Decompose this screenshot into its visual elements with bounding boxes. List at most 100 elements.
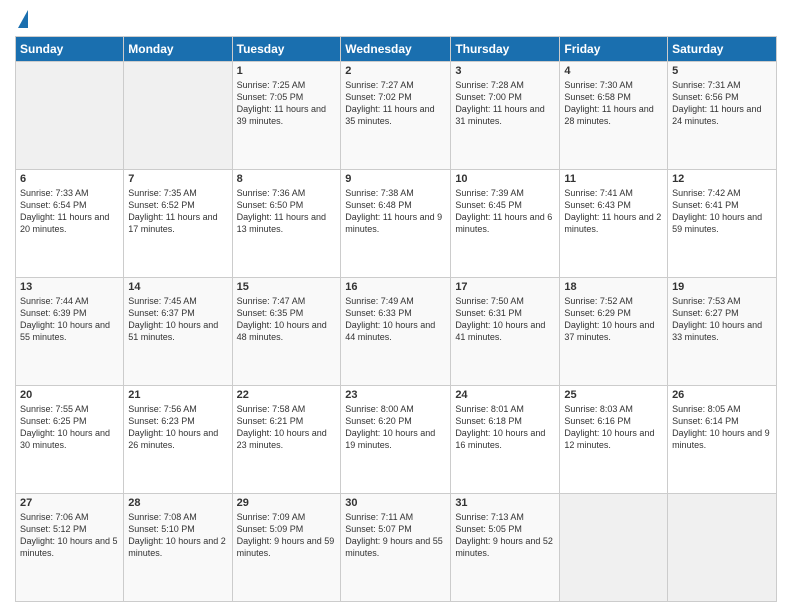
day-info: Sunrise: 7:36 AMSunset: 6:50 PMDaylight:… — [237, 187, 337, 236]
calendar-cell: 5 Sunrise: 7:31 AMSunset: 6:56 PMDaylight… — [668, 62, 777, 170]
day-info: Sunrise: 8:00 AMSunset: 6:20 PMDaylight:… — [345, 403, 446, 452]
day-number: 15 — [237, 281, 337, 293]
day-info: Sunrise: 8:03 AMSunset: 6:16 PMDaylight:… — [564, 403, 663, 452]
day-info: Sunrise: 7:47 AMSunset: 6:35 PMDaylight:… — [237, 295, 337, 344]
day-number: 24 — [455, 389, 555, 401]
day-info: Sunrise: 7:38 AMSunset: 6:48 PMDaylight:… — [345, 187, 446, 236]
day-info: Sunrise: 7:58 AMSunset: 6:21 PMDaylight:… — [237, 403, 337, 452]
day-info: Sunrise: 7:30 AMSunset: 6:58 PMDaylight:… — [564, 79, 663, 128]
header-day-tuesday: Tuesday — [232, 37, 341, 62]
day-number: 30 — [345, 497, 446, 509]
day-number: 12 — [672, 173, 772, 185]
calendar-cell: 27 Sunrise: 7:06 AMSunset: 5:12 PMDayligh… — [16, 494, 124, 602]
header-day-thursday: Thursday — [451, 37, 560, 62]
day-number: 3 — [455, 65, 555, 77]
day-number: 5 — [672, 65, 772, 77]
day-info: Sunrise: 7:33 AMSunset: 6:54 PMDaylight:… — [20, 187, 119, 236]
calendar-cell: 10 Sunrise: 7:39 AMSunset: 6:45 PMDayligh… — [451, 170, 560, 278]
calendar-cell — [560, 494, 668, 602]
day-number: 8 — [237, 173, 337, 185]
logo-triangle-icon — [18, 10, 28, 28]
day-info: Sunrise: 8:05 AMSunset: 6:14 PMDaylight:… — [672, 403, 772, 452]
calendar-cell: 1Sunrise: 7:25 AMSunset: 7:05 PMDaylight… — [232, 62, 341, 170]
calendar-cell: 23 Sunrise: 8:00 AMSunset: 6:20 PMDayligh… — [341, 386, 451, 494]
calendar-cell: 4 Sunrise: 7:30 AMSunset: 6:58 PMDaylight… — [560, 62, 668, 170]
day-number: 1 — [237, 65, 337, 77]
calendar-cell: 29 Sunrise: 7:09 AMSunset: 5:09 PMDayligh… — [232, 494, 341, 602]
day-number: 14 — [128, 281, 227, 293]
calendar-cell: 11 Sunrise: 7:41 AMSunset: 6:43 PMDayligh… — [560, 170, 668, 278]
calendar-cell: 3Sunrise: 7:28 AMSunset: 7:00 PMDaylight… — [451, 62, 560, 170]
day-number: 11 — [564, 173, 663, 185]
day-number: 6 — [20, 173, 119, 185]
day-info: Sunrise: 7:49 AMSunset: 6:33 PMDaylight:… — [345, 295, 446, 344]
calendar-cell: 6 Sunrise: 7:33 AMSunset: 6:54 PMDaylight… — [16, 170, 124, 278]
calendar-cell — [16, 62, 124, 170]
calendar-table: SundayMondayTuesdayWednesdayThursdayFrid… — [15, 36, 777, 602]
header-day-sunday: Sunday — [16, 37, 124, 62]
header-day-friday: Friday — [560, 37, 668, 62]
day-number: 31 — [455, 497, 555, 509]
calendar-cell: 17 Sunrise: 7:50 AMSunset: 6:31 PMDayligh… — [451, 278, 560, 386]
day-number: 22 — [237, 389, 337, 401]
header-day-wednesday: Wednesday — [341, 37, 451, 62]
day-number: 26 — [672, 389, 772, 401]
calendar-cell: 20Sunrise: 7:55 AMSunset: 6:25 PMDayligh… — [16, 386, 124, 494]
day-number: 21 — [128, 389, 227, 401]
calendar-cell: 9 Sunrise: 7:38 AMSunset: 6:48 PMDaylight… — [341, 170, 451, 278]
day-info: Sunrise: 7:11 AMSunset: 5:07 PMDaylight:… — [345, 511, 446, 560]
day-info: Sunrise: 7:45 AMSunset: 6:37 PMDaylight:… — [128, 295, 227, 344]
calendar-cell: 24Sunrise: 8:01 AMSunset: 6:18 PMDayligh… — [451, 386, 560, 494]
day-info: Sunrise: 7:50 AMSunset: 6:31 PMDaylight:… — [455, 295, 555, 344]
day-info: Sunrise: 7:55 AMSunset: 6:25 PMDaylight:… — [20, 403, 119, 452]
header-day-monday: Monday — [124, 37, 232, 62]
day-info: Sunrise: 7:31 AMSunset: 6:56 PMDaylight:… — [672, 79, 772, 128]
calendar-cell: 22 Sunrise: 7:58 AMSunset: 6:21 PMDayligh… — [232, 386, 341, 494]
calendar-header-row: SundayMondayTuesdayWednesdayThursdayFrid… — [16, 37, 777, 62]
day-number: 7 — [128, 173, 227, 185]
day-info: Sunrise: 7:27 AMSunset: 7:02 PMDaylight:… — [345, 79, 446, 128]
calendar-cell: 25 Sunrise: 8:03 AMSunset: 6:16 PMDayligh… — [560, 386, 668, 494]
day-number: 17 — [455, 281, 555, 293]
day-info: Sunrise: 7:06 AMSunset: 5:12 PMDaylight:… — [20, 511, 119, 560]
calendar-cell — [668, 494, 777, 602]
calendar-cell: 31 Sunrise: 7:13 AMSunset: 5:05 PMDayligh… — [451, 494, 560, 602]
calendar-cell: 18Sunrise: 7:52 AMSunset: 6:29 PMDayligh… — [560, 278, 668, 386]
day-info: Sunrise: 7:41 AMSunset: 6:43 PMDaylight:… — [564, 187, 663, 236]
calendar-cell: 16 Sunrise: 7:49 AMSunset: 6:33 PMDayligh… — [341, 278, 451, 386]
day-number: 13 — [20, 281, 119, 293]
day-info: Sunrise: 7:35 AMSunset: 6:52 PMDaylight:… — [128, 187, 227, 236]
day-number: 23 — [345, 389, 446, 401]
day-number: 4 — [564, 65, 663, 77]
calendar-week-3: 13Sunrise: 7:44 AMSunset: 6:39 PMDayligh… — [16, 278, 777, 386]
logo — [15, 10, 28, 28]
day-info: Sunrise: 7:39 AMSunset: 6:45 PMDaylight:… — [455, 187, 555, 236]
calendar-week-2: 6 Sunrise: 7:33 AMSunset: 6:54 PMDaylight… — [16, 170, 777, 278]
day-info: Sunrise: 7:13 AMSunset: 5:05 PMDaylight:… — [455, 511, 555, 560]
calendar-cell: 13Sunrise: 7:44 AMSunset: 6:39 PMDayligh… — [16, 278, 124, 386]
header-day-saturday: Saturday — [668, 37, 777, 62]
calendar-cell: 19 Sunrise: 7:53 AMSunset: 6:27 PMDayligh… — [668, 278, 777, 386]
day-info: Sunrise: 7:08 AMSunset: 5:10 PMDaylight:… — [128, 511, 227, 560]
calendar-week-5: 27 Sunrise: 7:06 AMSunset: 5:12 PMDayligh… — [16, 494, 777, 602]
day-info: Sunrise: 7:56 AMSunset: 6:23 PMDaylight:… — [128, 403, 227, 452]
calendar-cell: 28Sunrise: 7:08 AMSunset: 5:10 PMDayligh… — [124, 494, 232, 602]
day-number: 9 — [345, 173, 446, 185]
day-info: Sunrise: 7:09 AMSunset: 5:09 PMDaylight:… — [237, 511, 337, 560]
day-info: Sunrise: 7:53 AMSunset: 6:27 PMDaylight:… — [672, 295, 772, 344]
day-number: 10 — [455, 173, 555, 185]
calendar-week-1: 1Sunrise: 7:25 AMSunset: 7:05 PMDaylight… — [16, 62, 777, 170]
calendar-week-4: 20Sunrise: 7:55 AMSunset: 6:25 PMDayligh… — [16, 386, 777, 494]
day-number: 29 — [237, 497, 337, 509]
day-number: 25 — [564, 389, 663, 401]
calendar-cell: 21 Sunrise: 7:56 AMSunset: 6:23 PMDayligh… — [124, 386, 232, 494]
calendar-cell — [124, 62, 232, 170]
calendar-cell: 7 Sunrise: 7:35 AMSunset: 6:52 PMDaylight… — [124, 170, 232, 278]
calendar-cell: 15 Sunrise: 7:47 AMSunset: 6:35 PMDayligh… — [232, 278, 341, 386]
day-number: 16 — [345, 281, 446, 293]
calendar-cell: 26 Sunrise: 8:05 AMSunset: 6:14 PMDayligh… — [668, 386, 777, 494]
day-number: 27 — [20, 497, 119, 509]
calendar-cell: 8 Sunrise: 7:36 AMSunset: 6:50 PMDaylight… — [232, 170, 341, 278]
page-header — [15, 10, 777, 28]
day-number: 19 — [672, 281, 772, 293]
